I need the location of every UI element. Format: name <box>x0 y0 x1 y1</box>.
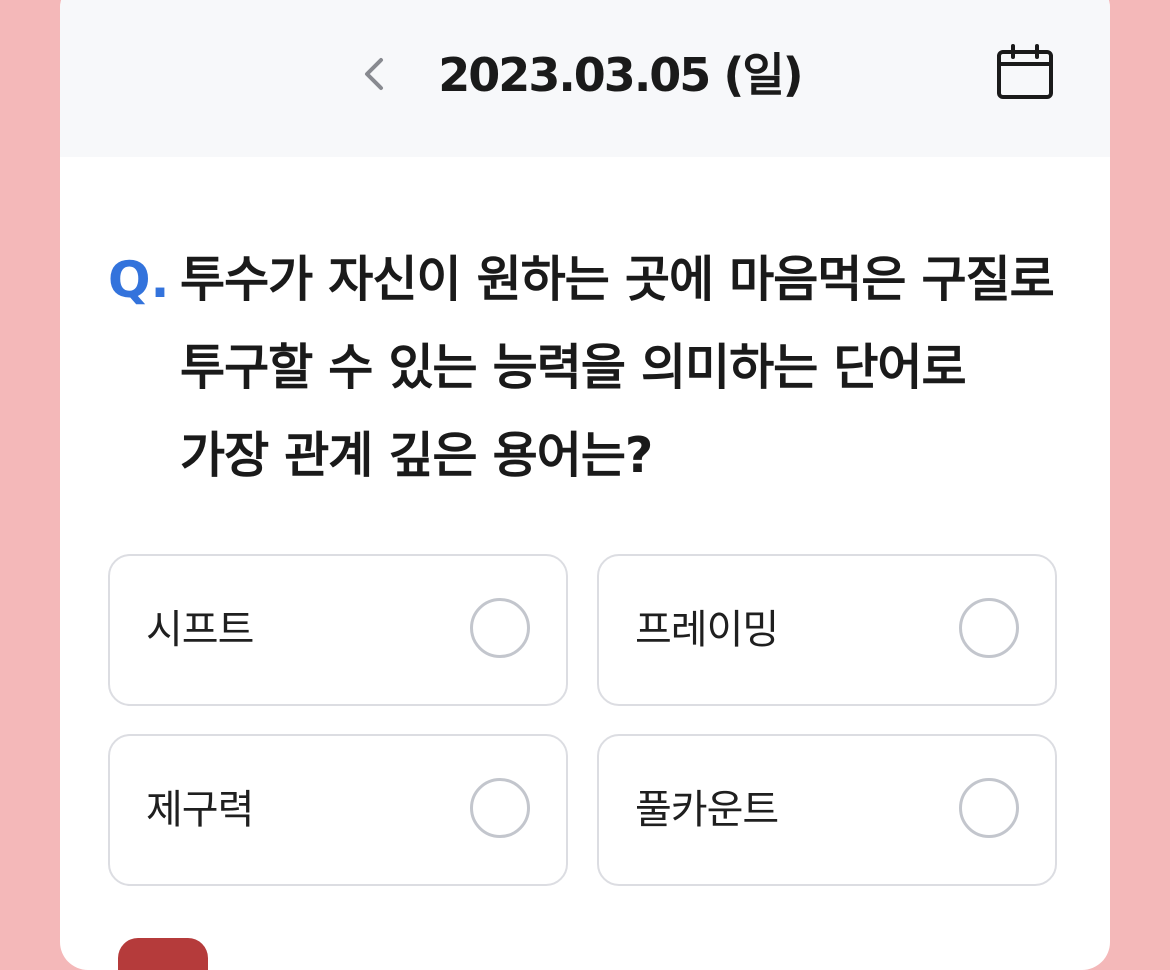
calendar-icon <box>997 44 1053 99</box>
submit-button-edge[interactable] <box>118 938 208 970</box>
option-3[interactable]: 제구력 <box>108 734 568 886</box>
option-label: 시프트 <box>146 607 254 653</box>
option-2[interactable]: 프레이밍 <box>597 554 1057 706</box>
chevron-left-icon <box>365 58 383 90</box>
radio-icon[interactable] <box>959 598 1019 658</box>
date-title: 2023.03.05 (일) <box>438 48 803 102</box>
radio-icon[interactable] <box>959 778 1019 838</box>
date-header: 2023.03.05 (일) <box>60 0 1110 157</box>
quiz-card: 2023.03.05 (일) Q. 투수가 자신이 원하는 곳에 마음먹은 구질… <box>60 0 1110 970</box>
question-text: 투수가 자신이 원하는 곳에 마음먹은 구질로 투구할 수 있는 능력을 의미하… <box>180 251 1055 484</box>
radio-icon[interactable] <box>470 778 530 838</box>
question-prefix: Q. <box>108 251 170 309</box>
option-1[interactable]: 시프트 <box>108 554 568 706</box>
option-label: 풀카운트 <box>635 787 779 833</box>
radio-icon[interactable] <box>470 598 530 658</box>
question: Q. 투수가 자신이 원하는 곳에 마음먹은 구질로 투구할 수 있는 능력을 … <box>108 236 1068 500</box>
previous-date-button[interactable] <box>350 50 398 98</box>
option-label: 제구력 <box>146 787 254 833</box>
option-label: 프레이밍 <box>635 607 779 653</box>
option-4[interactable]: 풀카운트 <box>597 734 1057 886</box>
calendar-button[interactable] <box>995 42 1055 102</box>
